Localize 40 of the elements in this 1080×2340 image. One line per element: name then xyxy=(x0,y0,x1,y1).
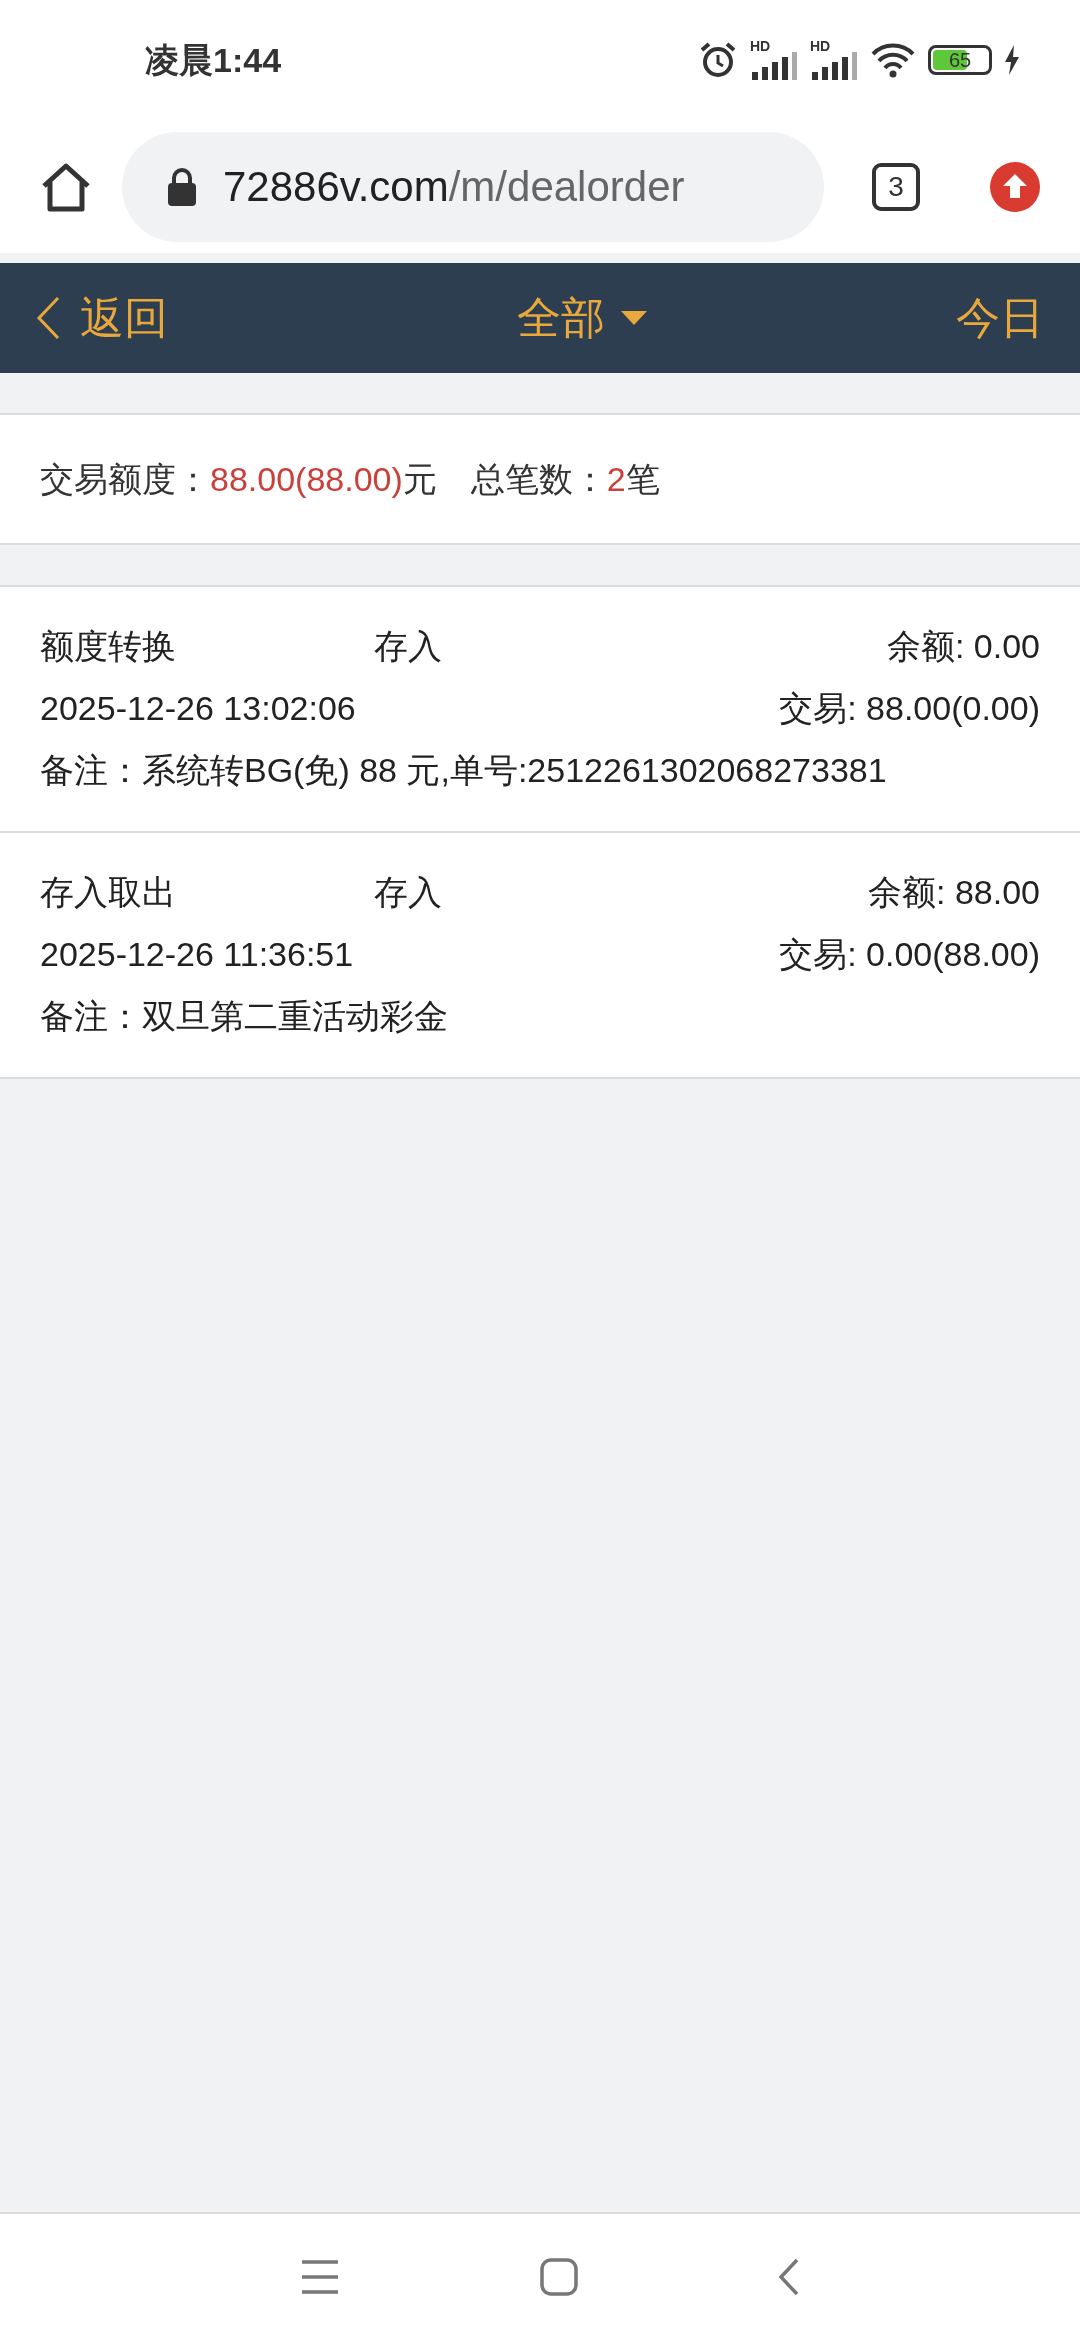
home-icon[interactable] xyxy=(40,161,92,212)
charging-icon xyxy=(1004,45,1020,75)
record-direction: 存入 xyxy=(374,872,442,913)
record-trade: 交易: 0.00(88.00) xyxy=(779,934,1040,975)
record-direction: 存入 xyxy=(374,626,442,667)
record-time: 2025-12-26 11:36:51 xyxy=(40,934,354,975)
record-balance: 余额: 88.00 xyxy=(868,872,1040,913)
lock-icon xyxy=(167,167,197,206)
network-label: HD xyxy=(810,37,831,56)
record-balance: 余额: 0.00 xyxy=(886,626,1040,667)
amount-label: 交易额度： xyxy=(40,458,210,500)
count-label: 总笔数： xyxy=(470,458,607,500)
url-text: 72886v.com/m/dealorder xyxy=(223,162,685,212)
home-square-icon[interactable] xyxy=(540,2258,578,2296)
record-note: 备注：系统转BG(免) 88 元,单号:2512261302068273381 xyxy=(40,750,888,791)
record-type: 存入取出 xyxy=(40,872,177,913)
menu-icon[interactable] xyxy=(300,2259,340,2295)
signal-icon xyxy=(750,52,798,80)
upload-icon[interactable] xyxy=(990,161,1040,212)
record-note: 备注：双旦第二重活动彩金 xyxy=(40,996,449,1037)
signal-icon xyxy=(810,52,858,80)
back-button[interactable]: 返回 xyxy=(36,285,168,351)
dropdown-caret-icon xyxy=(621,311,647,325)
address-bar[interactable]: 72886v.com/m/dealorder xyxy=(122,131,824,242)
today-button[interactable]: 今日 xyxy=(956,285,1044,351)
status-time: 凌晨1:44 xyxy=(145,39,282,81)
tab-count-button[interactable]: 3 xyxy=(872,162,920,211)
back-nav-icon[interactable] xyxy=(778,2258,800,2296)
record-time: 2025-12-26 13:02:06 xyxy=(40,688,356,729)
count-value: 2 xyxy=(606,458,626,500)
alarm-icon xyxy=(698,40,738,80)
network-label: HD xyxy=(750,37,771,56)
amount-unit: 元 xyxy=(402,458,437,500)
count-unit: 笔 xyxy=(625,458,660,500)
filter-dropdown[interactable]: 全部 xyxy=(517,285,647,351)
wifi-icon xyxy=(870,42,916,78)
record-trade: 交易: 88.00(0.00) xyxy=(779,688,1040,729)
back-icon xyxy=(36,296,60,340)
record-type: 额度转换 xyxy=(40,626,177,667)
amount-value: 88.00(88.00) xyxy=(210,458,403,500)
